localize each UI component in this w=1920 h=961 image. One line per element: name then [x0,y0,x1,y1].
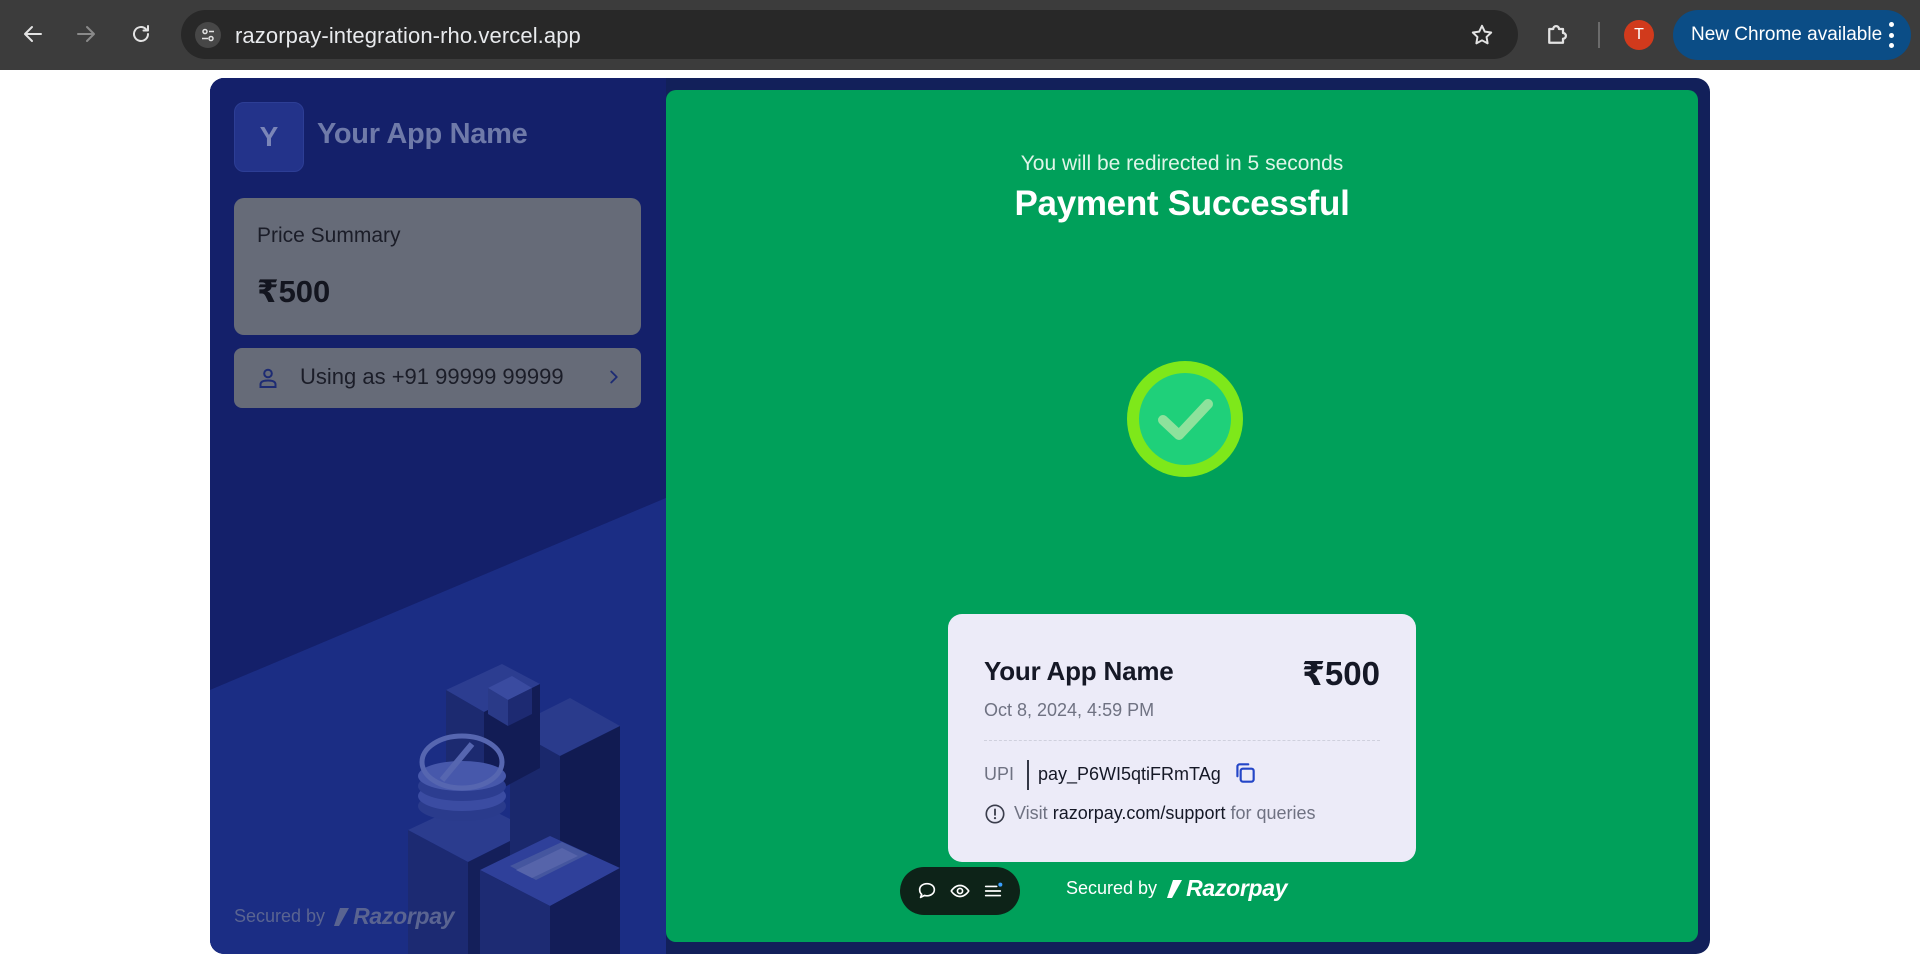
success-check-icon [1127,361,1243,477]
price-summary-card: Price Summary ₹500 [234,198,641,335]
payment-id: pay_P6WI5qtiFRmTAg [1038,764,1221,784]
razorpay-logo-right: Razorpay [1166,875,1288,902]
receipt-date: Oct 8, 2024, 4:59 PM [984,700,1155,720]
comment-icon[interactable] [916,880,938,902]
support-link[interactable]: razorpay.com/support [1053,803,1226,823]
user-icon [259,368,277,388]
price-summary-amount: ₹500 [257,274,331,309]
puzzle-icon[interactable] [1543,19,1573,49]
support-suffix: for queries [1230,803,1316,823]
razorpay-mark-icon [334,907,350,926]
merchant-name: Your App Name [317,118,528,150]
razorpay-brand-text: Razorpay [353,903,455,929]
menu-list-icon[interactable] [982,880,1004,902]
tune-icon [202,28,214,42]
price-summary-label: Price Summary [257,224,401,247]
support-prefix: Visit [1014,803,1048,823]
payment-status-title: Payment Successful [1014,184,1350,223]
reload-icon [133,25,149,42]
secured-by-footer-right: Secured by Razorpay [1066,875,1288,902]
method-separator [1027,760,1029,790]
receipt-amount: ₹500 [1301,655,1380,692]
merchant-logo: Y [234,102,304,172]
chrome-update-button[interactable]: New Chrome available [1673,10,1911,60]
user-contact-label: Using as +91 99999 99999 [300,364,564,389]
back-button[interactable] [16,17,50,51]
chevron-right-icon [610,370,618,384]
copy-icon[interactable] [1232,760,1258,786]
update-label: New Chrome available [1691,24,1883,45]
info-icon [985,804,1005,824]
razorpay-brand-text-right: Razorpay [1186,875,1288,901]
floating-toolbar-widget[interactable] [900,867,1020,915]
secured-by-label-right: Secured by [1066,878,1158,898]
razorpay-logo: Razorpay [333,903,455,930]
toolbar-divider [1598,22,1600,48]
reload-button[interactable] [124,17,158,51]
payment-status-panel: You will be redirected in 5 seconds Paym… [666,90,1698,942]
razorpay-mark-icon [1167,879,1183,898]
checkout-left-panel: Y Your App Name Price Summary ₹500 Using… [210,78,666,954]
browser-toolbar: razorpay-integration-rho.vercel.app T Ne… [0,0,1920,70]
star-icon[interactable] [1469,22,1495,48]
support-message: Visit razorpay.com/support for queries [1014,803,1316,824]
address-bar[interactable]: razorpay-integration-rho.vercel.app [181,10,1518,59]
redirect-message: You will be redirected in 5 seconds [1020,152,1344,175]
url-text[interactable]: razorpay-integration-rho.vercel.app [235,23,581,49]
arrow-right-icon [77,26,95,42]
secured-by-label: Secured by [234,906,326,926]
payment-receipt-card: Your App Name ₹500 Oct 8, 2024, 4:59 PM … [948,614,1416,862]
razorpay-checkout-modal: Y Your App Name Price Summary ₹500 Using… [210,78,1710,954]
eye-icon[interactable] [949,880,971,902]
payment-method: UPI [984,764,1015,784]
secured-by-footer: Secured by Razorpay [234,903,455,930]
site-info-button[interactable] [195,22,221,48]
receipt-merchant-name: Your App Name [984,656,1174,686]
user-contact-button[interactable]: Using as +91 99999 99999 [234,348,641,408]
profile-avatar[interactable]: T [1624,20,1654,50]
kebab-icon[interactable] [1887,22,1895,48]
receipt-divider [984,740,1380,741]
arrow-left-icon [24,26,42,42]
forward-button[interactable] [69,17,103,51]
